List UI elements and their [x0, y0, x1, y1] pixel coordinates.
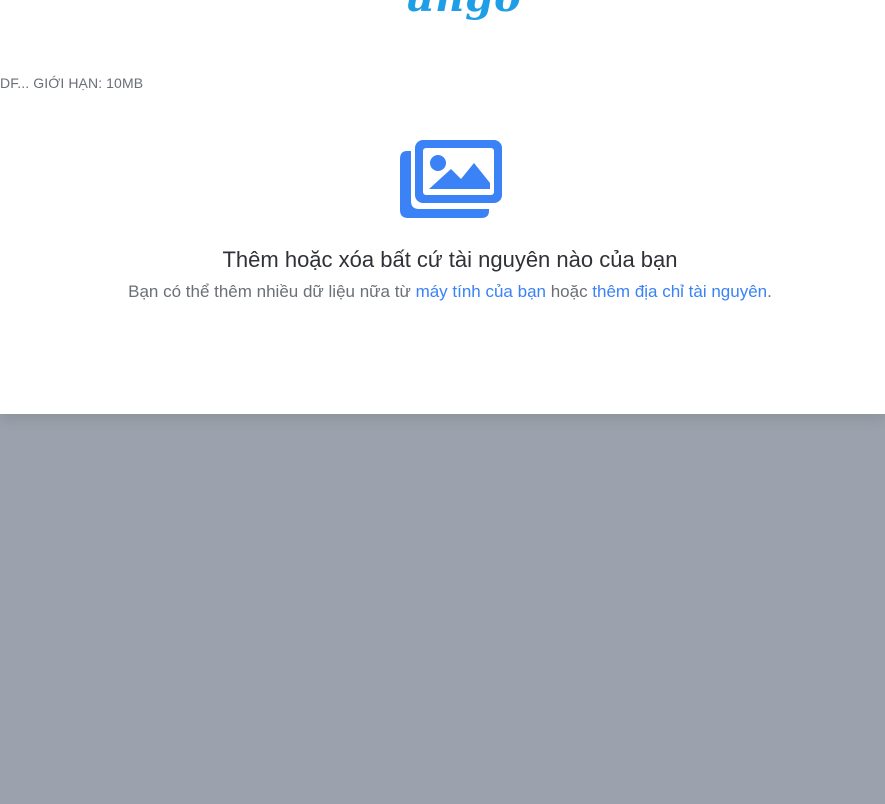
subtitle-suffix: .: [767, 282, 772, 301]
brand-logo: ungoo: [405, 0, 521, 26]
upload-panel: ungoo DF... GIỚI HẠN: 10MB Thêm hoặc xóa…: [0, 0, 885, 414]
upload-subtitle: Bạn có thể thêm nhiều dữ liệu nữa từ máy…: [0, 282, 885, 302]
upload-from-computer-link[interactable]: máy tính của bạn: [416, 282, 546, 301]
upload-limit-text: DF... GIỚI HẠN: 10MB: [0, 75, 144, 91]
upload-title: Thêm hoặc xóa bất cứ tài nguyên nào của …: [222, 247, 678, 272]
modal-backdrop[interactable]: [0, 414, 885, 804]
images-icon: [400, 140, 502, 218]
subtitle-prefix: Bạn có thể thêm nhiều dữ liệu nữa từ: [128, 282, 416, 301]
subtitle-middle: hoặc: [545, 282, 593, 301]
add-resource-url-link[interactable]: thêm địa chỉ tài nguyên: [592, 282, 767, 301]
